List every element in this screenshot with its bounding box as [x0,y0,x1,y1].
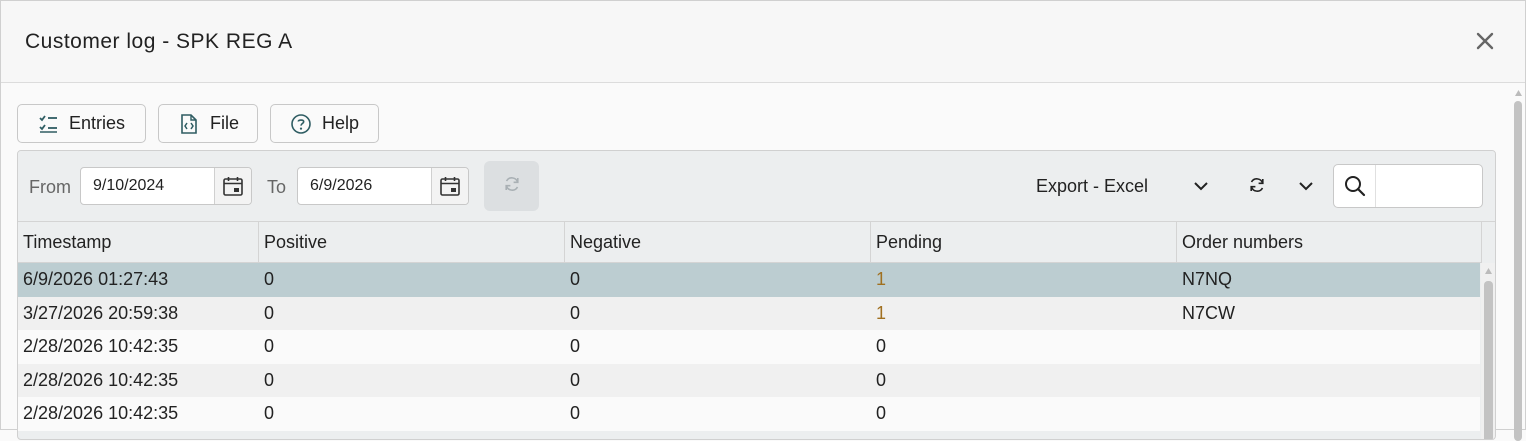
chevron-down-icon[interactable] [1191,176,1211,201]
table-row[interactable]: 6/9/2026 01:27:43 0 0 1 N7NQ [18,263,1480,297]
customer-log-dialog: Customer log - SPK REG A Entries File He… [0,0,1526,441]
cell-negative: 0 [570,302,581,323]
cell-order-numbers [1177,397,1480,431]
from-date-value[interactable]: 9/10/2024 [81,168,214,204]
apply-refresh-button[interactable] [484,161,539,211]
search-field[interactable] [1333,164,1483,208]
question-circle-icon [290,113,312,135]
scroll-up-icon[interactable] [1514,89,1523,97]
cell-pending: 0 [876,403,887,424]
column-header-timestamp[interactable]: Timestamp [18,222,259,262]
cell-positive: 0 [264,302,275,323]
cell-negative: 0 [570,336,581,357]
table-body: 6/9/2026 01:27:43 0 0 1 N7NQ 3/27/2026 2… [18,263,1480,431]
from-label: From [29,177,71,197]
table-header: Timestamp Positive Negative Pending Orde… [18,222,1482,263]
help-label: Help [322,113,360,133]
cell-pending: 0 [876,369,887,390]
cell-pending: 0 [876,336,887,357]
scroll-up-icon[interactable] [1484,267,1493,275]
cell-pending: 1 [876,269,887,289]
dialog-scrollbar-thumb[interactable] [1514,101,1522,441]
to-label: To [267,177,287,197]
search-icon [1334,165,1376,207]
table-scrollbar-thumb[interactable] [1484,281,1493,439]
cell-timestamp: 2/28/2026 10:42:35 [23,369,179,390]
cell-positive: 0 [264,336,275,357]
cell-negative: 0 [570,369,581,390]
cell-order-numbers: N7CW [1182,302,1235,323]
dialog-scrollbar[interactable] [1512,89,1524,441]
export-toolbar: Export - Excel [1021,167,1266,205]
refresh-icon [502,174,522,199]
to-date-value[interactable]: 6/9/2026 [298,168,431,204]
help-button[interactable]: Help [270,104,379,143]
dialog-title: Customer log - SPK REG A [25,30,293,53]
cell-positive: 0 [264,269,275,289]
filter-bar: From 9/10/2024 To 6/9/2026 Export - Exce… [18,151,1495,222]
calendar-icon[interactable] [214,168,251,204]
cell-order-numbers [1177,330,1480,364]
table-row[interactable]: 2/28/2026 10:42:35 0 0 0 [18,330,1480,364]
checklist-icon [37,113,59,135]
cell-order-numbers: N7NQ [1182,269,1233,289]
table-row[interactable]: 2/28/2026 10:42:35 0 0 0 [18,363,1480,398]
file-label: File [210,113,240,133]
entries-label: Entries [69,113,126,133]
cell-pending: 1 [876,302,887,323]
column-header-pending[interactable]: Pending [871,222,1177,262]
cell-order-numbers [1177,364,1480,398]
cell-timestamp: 3/27/2026 20:59:38 [23,302,179,323]
cell-negative: 0 [570,403,581,424]
close-icon[interactable] [1473,29,1497,53]
calendar-icon[interactable] [431,168,468,204]
cell-positive: 0 [264,369,275,390]
log-panel: From 9/10/2024 To 6/9/2026 Export - Exce… [17,150,1496,440]
column-header-order-numbers[interactable]: Order numbers [1177,222,1482,262]
entries-button[interactable]: Entries [17,104,146,143]
dialog-header: Customer log - SPK REG A [1,1,1525,83]
table-scrollbar[interactable] [1481,263,1495,439]
export-excel-button[interactable]: Export - Excel [1036,176,1148,197]
from-date-field[interactable]: 9/10/2024 [80,167,252,205]
cell-positive: 0 [264,403,275,424]
cell-timestamp: 2/28/2026 10:42:35 [23,403,179,424]
to-date-field[interactable]: 6/9/2026 [297,167,469,205]
code-file-icon [178,113,200,135]
cell-timestamp: 2/28/2026 10:42:35 [23,336,179,357]
column-header-positive[interactable]: Positive [259,222,565,262]
table-row[interactable]: 3/27/2026 20:59:38 0 0 1 N7CW [18,296,1480,331]
cell-negative: 0 [570,269,581,289]
table-row[interactable]: 2/28/2026 10:42:35 0 0 0 [18,397,1480,431]
refresh-icon[interactable] [1247,175,1267,200]
file-button[interactable]: File [158,104,258,143]
column-header-negative[interactable]: Negative [565,222,871,262]
cell-timestamp: 6/9/2026 01:27:43 [23,269,169,289]
chevron-down-icon[interactable] [1296,176,1316,201]
